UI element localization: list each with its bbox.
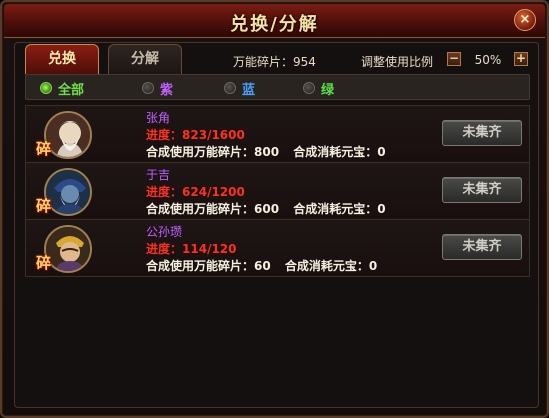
not-collected-button[interactable]: 未集齐 <box>442 120 522 146</box>
shard-cost-value: 60 <box>254 259 271 273</box>
exchange-window: 兑换/分解 × 兑换 分解 万能碎片：954 调整使用比例 − 50% + 全部… <box>0 0 549 418</box>
shard-cost: 合成使用万能碎片：60 <box>146 259 271 273</box>
shard-cost-label: 合成使用万能碎片： <box>146 145 255 159</box>
gold-cost: 合成消耗元宝：0 <box>285 259 377 273</box>
minus-icon: − <box>448 51 460 65</box>
gold-cost-label: 合成消耗元宝： <box>284 259 369 273</box>
quality-filter-bar: 全部 紫 蓝 绿 <box>25 74 530 100</box>
radio-icon <box>224 82 236 94</box>
synthesis-costs: 合成使用万能碎片：60 合成消耗元宝：0 <box>146 257 387 274</box>
fragment-badge: 碎 <box>36 140 52 158</box>
close-button[interactable]: × <box>514 9 536 31</box>
tab-decompose[interactable]: 分解 <box>108 44 182 74</box>
list-item: 碎 张角 进度：823/1600 合成使用万能碎片：800 合成消耗元宝：0 未… <box>25 105 530 163</box>
fragment-badge: 碎 <box>36 197 52 215</box>
fragment-badge: 碎 <box>36 254 52 272</box>
close-icon: × <box>519 12 531 27</box>
avatar <box>44 225 92 273</box>
filter-purple-label: 紫 <box>160 82 174 98</box>
shards-value: 954 <box>293 55 316 69</box>
shard-cost: 合成使用万能碎片：800 <box>146 145 279 159</box>
progress-value: 823/1600 <box>182 128 245 142</box>
synthesis-costs: 合成使用万能碎片：600 合成消耗元宝：0 <box>146 200 396 217</box>
progress-value: 114/120 <box>182 242 237 256</box>
shards-label: 万能碎片： <box>233 55 294 69</box>
general-name: 于吉 <box>146 168 171 182</box>
ratio-increase-button[interactable]: + <box>514 52 528 66</box>
general-portrait-icon <box>46 227 90 271</box>
filter-all-label: 全部 <box>58 82 85 98</box>
window-title: 兑换/分解 <box>230 14 319 35</box>
general-name: 公孙瓒 <box>146 225 183 239</box>
fragment-progress: 进度：823/1600 <box>146 126 245 143</box>
avatar <box>44 168 92 216</box>
shard-cost-label: 合成使用万能碎片： <box>146 259 255 273</box>
not-collected-button[interactable]: 未集齐 <box>442 234 522 260</box>
general-name: 张角 <box>146 111 171 125</box>
filter-blue-label: 蓝 <box>242 82 256 98</box>
list-item: 碎 公孙瓒 进度：114/120 合成使用万能碎片：60 合成消耗元宝：0 未集… <box>25 219 530 277</box>
filter-green[interactable]: 绿 <box>303 79 335 98</box>
universal-shards-count: 万能碎片：954 <box>233 53 316 70</box>
avatar <box>44 111 92 159</box>
progress-value: 624/1200 <box>182 185 245 199</box>
filter-purple[interactable]: 紫 <box>142 79 174 98</box>
main-panel: 兑换 分解 万能碎片：954 调整使用比例 − 50% + 全部 紫 蓝 绿 碎… <box>14 42 539 408</box>
gold-cost-label: 合成消耗元宝： <box>293 145 378 159</box>
progress-label: 进度： <box>146 128 183 142</box>
gold-cost-value: 0 <box>377 202 386 216</box>
gold-cost: 合成消耗元宝：0 <box>293 145 385 159</box>
ratio-label: 调整使用比例 <box>361 55 434 69</box>
fragment-progress: 进度：624/1200 <box>146 183 245 200</box>
general-list: 碎 张角 进度：823/1600 合成使用万能碎片：800 合成消耗元宝：0 未… <box>25 105 530 277</box>
gold-cost: 合成消耗元宝：0 <box>293 202 385 216</box>
ratio-value: 50% <box>474 53 502 67</box>
gold-cost-value: 0 <box>377 145 386 159</box>
fragment-progress: 进度：114/120 <box>146 240 237 257</box>
radio-selected-icon <box>40 82 52 94</box>
synthesis-costs: 合成使用万能碎片：800 合成消耗元宝：0 <box>146 143 396 160</box>
shard-cost: 合成使用万能碎片：600 <box>146 202 279 216</box>
gold-cost-value: 0 <box>368 259 378 273</box>
filter-green-label: 绿 <box>321 82 335 98</box>
shard-cost-label: 合成使用万能碎片： <box>146 202 255 216</box>
list-item: 碎 于吉 进度：624/1200 合成使用万能碎片：600 合成消耗元宝：0 未… <box>25 162 530 220</box>
filter-all[interactable]: 全部 <box>40 79 85 98</box>
title-bar: 兑换/分解 × <box>4 4 545 38</box>
radio-icon <box>142 82 154 94</box>
not-collected-button[interactable]: 未集齐 <box>442 177 522 203</box>
gold-cost-label: 合成消耗元宝： <box>293 202 378 216</box>
ratio-decrease-button[interactable]: − <box>447 52 461 66</box>
general-portrait-icon <box>46 113 90 157</box>
progress-label: 进度： <box>146 242 183 256</box>
general-portrait-icon <box>46 170 90 214</box>
tab-exchange[interactable]: 兑换 <box>25 44 99 74</box>
radio-icon <box>303 82 315 94</box>
progress-label: 进度： <box>146 185 183 199</box>
shard-cost-value: 800 <box>254 145 280 159</box>
shard-cost-value: 600 <box>254 202 280 216</box>
plus-icon: + <box>515 51 527 65</box>
filter-blue[interactable]: 蓝 <box>224 79 256 98</box>
